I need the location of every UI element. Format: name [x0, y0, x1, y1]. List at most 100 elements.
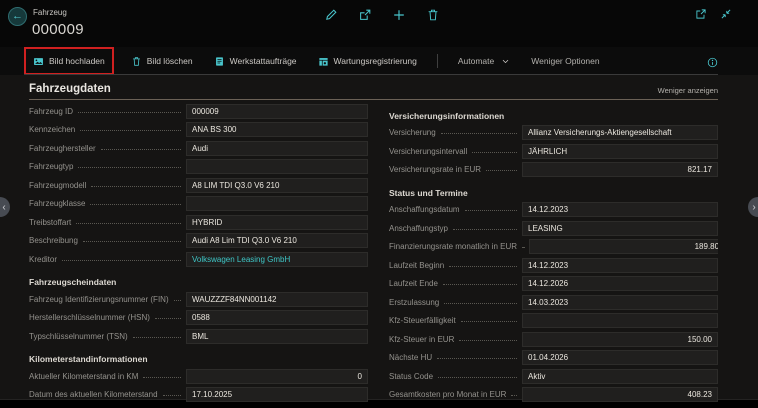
field-input-laufzeit-beginn[interactable]: 14.12.2023: [522, 258, 718, 273]
field-label: Fahrzeug ID: [29, 107, 73, 116]
field-label: Anschaffungstyp: [389, 224, 448, 233]
field-row: KreditorVolkswagen Leasing GmbH: [29, 250, 368, 269]
field-input-fahrzeugklasse[interactable]: [186, 196, 368, 211]
field-value: 408.23: [528, 390, 712, 399]
action-bar-separator: [437, 54, 438, 68]
field-input-herstellerschlüsselnummer-hsn-[interactable]: 0588: [186, 310, 368, 325]
field-input-anschaffungstyp[interactable]: LEASING: [522, 221, 718, 236]
field-input-kennzeichen[interactable]: ANA BS 300: [186, 122, 368, 137]
action-werkstattaufträge[interactable]: Werkstattaufträge: [210, 50, 301, 72]
popout-icon[interactable]: [695, 8, 707, 20]
field-row: Versicherungsrate in EUR821.17: [389, 161, 718, 180]
field-input-status-code[interactable]: Aktiv: [522, 369, 718, 384]
field-row: Kennzeichen ANA BS 300: [29, 121, 368, 140]
back-button[interactable]: ←: [8, 7, 27, 26]
field-input-fahrzeughersteller[interactable]: Audi: [186, 141, 368, 156]
field-input-beschreibung[interactable]: Audi A8 Lim TDI Q3.0 V6 210: [186, 233, 368, 248]
action-bild-löschen[interactable]: Bild löschen: [127, 50, 197, 72]
field-label: Fahrzeughersteller: [29, 144, 96, 153]
dotted-leader: [459, 340, 517, 341]
trash-icon[interactable]: [426, 8, 440, 22]
field-input-finanzierungsrate-monatlich-in-eur[interactable]: 189.80: [529, 239, 718, 254]
section-title[interactable]: Fahrzeugdaten: [29, 83, 111, 95]
page-header: ← Fahrzeug 000009: [0, 0, 758, 47]
dotted-leader: [155, 318, 181, 319]
dotted-leader: [437, 358, 517, 359]
record-toolbar: [324, 8, 440, 22]
field-row: Status Code Aktiv: [389, 367, 718, 386]
field-row: Gesamtkosten pro Monat in EUR408.23: [389, 386, 718, 405]
field-input-fahrzeugmodell[interactable]: A8 LIM TDI Q3.0 V6 210: [186, 178, 368, 193]
action-automate[interactable]: Automate: [454, 50, 514, 72]
card-content: Fahrzeugdaten Weniger anzeigen Fahrzeug …: [0, 75, 758, 400]
field-value: 01.04.2026: [528, 353, 712, 362]
field-label: Aktueller Kilometerstand in KM: [29, 372, 138, 381]
dotted-leader: [163, 395, 181, 396]
dotted-leader: [78, 112, 181, 113]
field-label: Nächste HU: [389, 353, 432, 362]
field-input-kreditor[interactable]: Volkswagen Leasing GmbH: [186, 252, 368, 267]
show-less-link[interactable]: Weniger anzeigen: [658, 86, 718, 95]
field-row: Kfz-Steuerfälligkeit: [389, 312, 718, 331]
field-value: A8 LIM TDI Q3.0 V6 210: [192, 181, 362, 190]
dotted-leader: [441, 133, 517, 134]
field-label: Anschaffungsdatum: [389, 205, 460, 214]
field-row: Aktueller Kilometerstand in KM 0: [29, 367, 368, 386]
field-row: Herstellerschlüsselnummer (HSN)0588: [29, 309, 368, 328]
collapse-diagonal-icon[interactable]: [720, 8, 732, 20]
dotted-leader: [486, 170, 517, 171]
field-input-kfz-steuer-in-eur[interactable]: 150.00: [522, 332, 718, 347]
field-input-laufzeit-ende[interactable]: 14.12.2026: [522, 276, 718, 291]
field-row: Laufzeit Ende14.12.2026: [389, 275, 718, 294]
window-controls: [695, 8, 732, 20]
field-value: 14.12.2023: [528, 205, 712, 214]
field-value: BML: [192, 332, 362, 341]
field-value: 14.12.2023: [528, 261, 712, 270]
field-value: LEASING: [528, 224, 712, 233]
field-label: Versicherungsintervall: [389, 147, 467, 156]
action-label: Automate: [458, 56, 494, 66]
dotted-leader: [465, 210, 517, 211]
field-input-versicherung[interactable]: Allianz Versicherungs-Aktiengesellschaft: [522, 125, 718, 140]
chevron-right-icon: ›: [752, 202, 755, 213]
field-input-kfz-steuerfälligkeit[interactable]: [522, 313, 718, 328]
dotted-leader: [443, 284, 517, 285]
left-field-column: Fahrzeug ID 000009 Kennzeichen ANA BS 300 Fa…: [29, 102, 368, 404]
action-wartungsregistrierung[interactable]: Wartungsregistrierung: [314, 50, 421, 72]
field-row: Erstzulassung14.03.2023: [389, 293, 718, 312]
chevron-left-icon: ‹: [2, 202, 5, 213]
field-value: 17.10.2025: [192, 390, 362, 399]
dotted-leader: [90, 204, 181, 205]
field-input-fahrzeug-id[interactable]: 000009: [186, 104, 368, 119]
action-bild-hochladen[interactable]: Bild hochladen: [24, 47, 114, 75]
plus-icon[interactable]: [392, 8, 406, 22]
field-input-erstzulassung[interactable]: 14.03.2023: [522, 295, 718, 310]
field-input-datum-des-aktuellen-kilometerstand[interactable]: 17.10.2025: [186, 387, 368, 402]
field-value: Audi A8 Lim TDI Q3.0 V6 210: [192, 236, 362, 245]
field-input-fahrzeug-identifizierungsnummer-fin-[interactable]: WAUZZZF84NN001142: [186, 292, 368, 307]
field-input-anschaffungsdatum[interactable]: 14.12.2023: [522, 202, 718, 217]
field-input-treibstoffart[interactable]: HYBRID: [186, 215, 368, 230]
action-weniger-optionen[interactable]: Weniger Optionen: [527, 50, 603, 72]
field-label: Kennzeichen: [29, 125, 75, 134]
field-row: VersicherungAllianz Versicherungs-Aktien…: [389, 124, 718, 143]
info-icon[interactable]: [707, 55, 718, 66]
field-input-versicherungsintervall[interactable]: JÄHRLICH: [522, 144, 718, 159]
field-input-aktueller-kilometerstand-in-km[interactable]: 0: [186, 369, 368, 384]
field-label: Laufzeit Beginn: [389, 261, 444, 270]
field-row: Finanzierungsrate monatlich in EUR189.80: [389, 238, 718, 257]
field-value-link[interactable]: Volkswagen Leasing GmbH: [192, 255, 362, 264]
field-columns: Fahrzeug ID 000009 Kennzeichen ANA BS 300 Fa…: [29, 102, 718, 404]
field-label: Status Code: [389, 372, 433, 381]
share-icon[interactable]: [358, 8, 372, 22]
field-input-nächste-hu[interactable]: 01.04.2026: [522, 350, 718, 365]
field-label: Treibstoffart: [29, 218, 71, 227]
field-input-versicherungsrate-in-eur[interactable]: 821.17: [522, 162, 718, 177]
field-input-fahrzeugtyp[interactable]: [186, 159, 368, 174]
field-input-gesamtkosten-pro-monat-in-eur[interactable]: 408.23: [522, 387, 718, 402]
dotted-leader: [83, 241, 181, 242]
field-input-typschlüsselnummer-tsn-[interactable]: BML: [186, 329, 368, 344]
pencil-icon[interactable]: [324, 8, 338, 22]
field-value: ANA BS 300: [192, 125, 362, 134]
field-value: 000009: [192, 107, 362, 116]
